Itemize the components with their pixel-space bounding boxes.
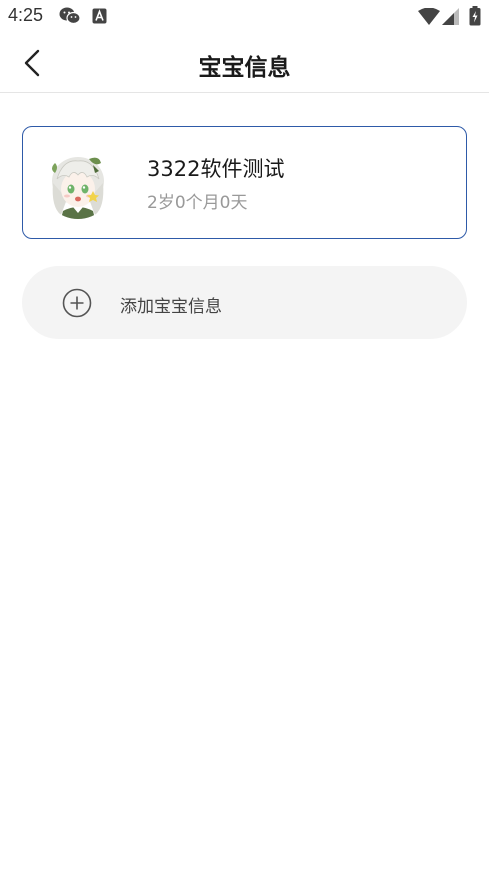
status-bar: 4:25 [0, 0, 489, 32]
status-time: 4:25 [8, 5, 44, 25]
wechat-icon [59, 6, 81, 30]
baby-card[interactable]: 3322软件测试 2岁0个月0天 [22, 126, 467, 239]
add-baby-button[interactable]: 添加宝宝信息 [22, 266, 467, 339]
battery-icon [469, 6, 481, 30]
anime-avatar-icon [43, 149, 113, 219]
baby-name: 3322软件测试 [147, 157, 285, 181]
a-icon [92, 8, 107, 28]
navigation-bar: 宝宝信息 [0, 32, 489, 93]
page-title: 宝宝信息 [198, 55, 291, 81]
add-baby-label: 添加宝宝信息 [120, 297, 222, 317]
plus-circle-icon [62, 288, 92, 322]
wifi-icon [418, 7, 440, 29]
baby-age: 2岁0个月0天 [147, 193, 248, 213]
avatar [43, 149, 113, 219]
signal-icon [442, 8, 460, 29]
